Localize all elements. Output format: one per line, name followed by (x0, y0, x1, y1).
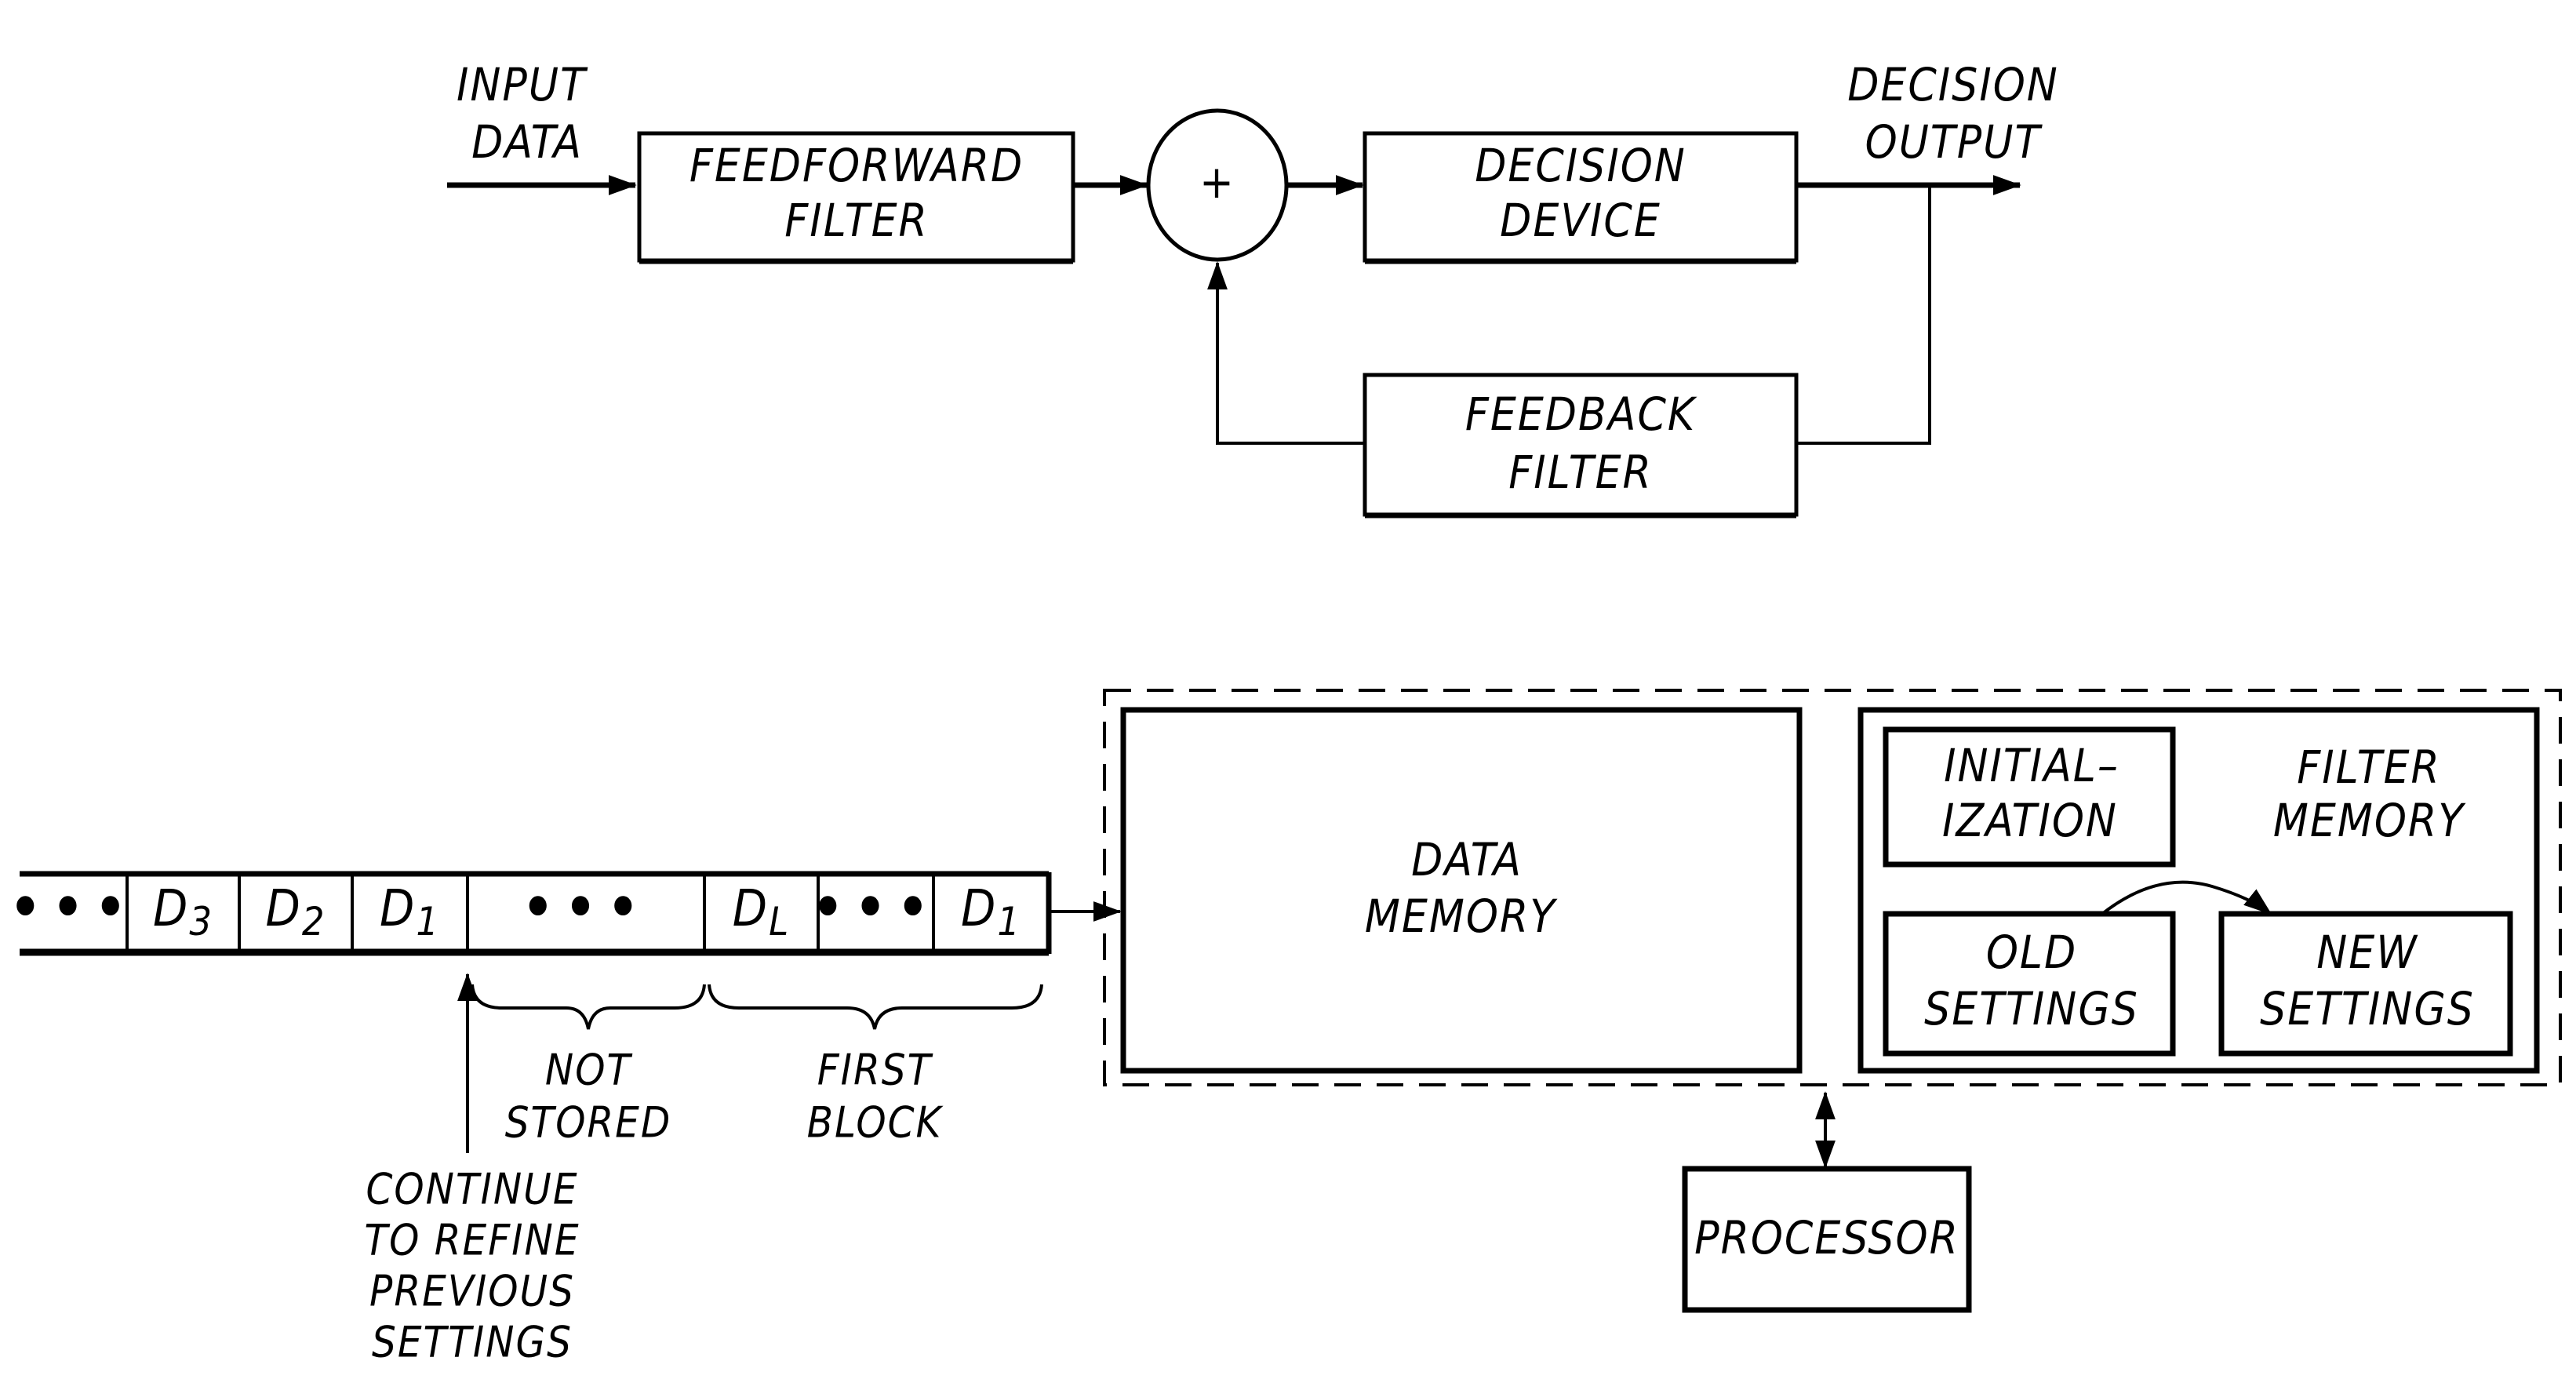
input-data-label-line2: DATA (471, 115, 583, 169)
initialization-label-line2: IZATION (1942, 794, 2118, 847)
new-settings-block[interactable]: NEW SETTINGS (2218, 911, 2513, 1057)
new-settings-label-line2: SETTINGS (2260, 982, 2475, 1035)
not-stored-brace (471, 984, 706, 1030)
initialization-label-line1: INITIAL– (1944, 739, 2119, 792)
feedback-filter-label-line2: FILTER (1508, 446, 1653, 499)
old-settings-label-line1: OLD (1986, 926, 2077, 979)
data-memory-label-line2: MEMORY (1365, 890, 1558, 943)
decision-device-label-line1: DECISION (1475, 139, 1686, 192)
decision-device-block[interactable]: DECISION DEVICE (1363, 131, 1799, 264)
decision-output-label-line1: DECISION (1847, 58, 2059, 111)
summing-junction[interactable]: + (1146, 108, 1289, 262)
output-tap-line (1796, 185, 1931, 445)
initialization-block[interactable]: INITIAL– IZATION (1883, 726, 2176, 868)
input-data-label-line1: INPUT (457, 58, 588, 111)
tape-cell-ellipsis: ••• (812, 875, 940, 940)
filter-memory-label-line2: MEMORY (2273, 794, 2466, 847)
feedback-filter-label-line1: FEEDBACK (1465, 388, 1697, 441)
feedforward-filter-block[interactable]: FEEDFORWARD FILTER (637, 131, 1075, 264)
data-sequence-tape: ••• D3 D2 D1 ••• DL ••• D1 (9, 871, 1052, 956)
tape-cell-d1: D1 (961, 880, 1021, 944)
data-memory-label-line1: DATA (1411, 833, 1523, 886)
tape-cell-d2: D2 (266, 880, 326, 944)
continue-label-line1: CONTINUE (366, 1165, 578, 1214)
new-settings-label-line1: NEW (2316, 926, 2418, 979)
feedback-filter-block[interactable]: FEEDBACK FILTER (1363, 373, 1799, 518)
first-block-brace (708, 984, 1043, 1030)
decision-device-label-line2: DEVICE (1500, 194, 1661, 247)
continue-label-line2: TO REFINE (364, 1216, 580, 1265)
old-settings-label-line2: SETTINGS (1924, 982, 2139, 1035)
bottom-memory-diagram: ••• D3 D2 D1 ••• DL ••• D1 NOT STORED FIRST BLO… (9, 689, 2562, 1367)
tape-cell-d1: D1 (380, 880, 440, 944)
filter-memory-label-line1: FILTER (2297, 740, 2441, 794)
tape-cell-ellipsis: ••• (522, 875, 650, 940)
processor-label: PROCESSOR (1694, 1211, 1959, 1264)
equalizer-diagram: INPUT DATA FEEDFORWARD FILTER + DECISION… (9, 58, 2562, 1367)
first-block-label-line2: BLOCK (807, 1098, 944, 1148)
data-memory-block[interactable]: DATA MEMORY (1120, 707, 1803, 1074)
plus-icon: + (1199, 155, 1235, 209)
continue-label-line3: PREVIOUS (369, 1267, 575, 1316)
processor-block[interactable]: PROCESSOR (1682, 1166, 1972, 1313)
tape-cell-d3: D3 (153, 880, 213, 944)
not-stored-label-line1: NOT (545, 1046, 633, 1095)
decision-output-label-line2: OUTPUT (1865, 115, 2043, 169)
feedback-to-summer-arrow (1207, 261, 1365, 445)
feedforward-filter-label-line2: FILTER (784, 194, 929, 247)
top-equalizer-diagram: INPUT DATA FEEDFORWARD FILTER + DECISION… (447, 58, 2059, 518)
filter-memory-block[interactable]: FILTER MEMORY INITIAL– IZATION OLD SETTI… (1857, 707, 2540, 1074)
tape-cell-ellipsis: ••• (9, 875, 137, 940)
feedforward-filter-label-line1: FEEDFORWARD (689, 139, 1024, 192)
not-stored-label-line2: STORED (505, 1098, 672, 1148)
first-block-label-line1: FIRST (817, 1046, 933, 1095)
tape-cell-dl: DL (733, 880, 790, 944)
continue-label-line4: SETTINGS (372, 1318, 573, 1367)
old-settings-block[interactable]: OLD SETTINGS (1883, 911, 2176, 1057)
